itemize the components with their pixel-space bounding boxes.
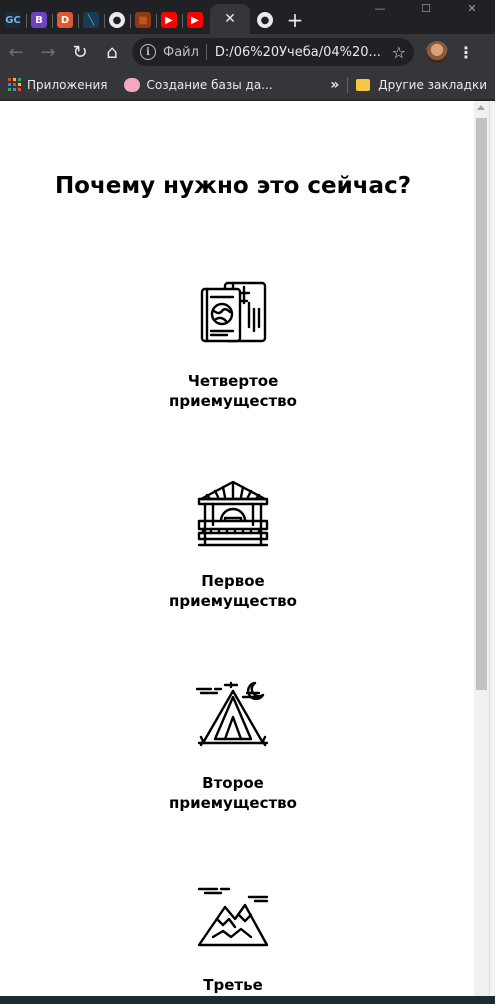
globe-icon: ● bbox=[257, 12, 273, 28]
close-tab-icon[interactable]: ✕ bbox=[224, 11, 236, 27]
feature-item: Первое приемущество bbox=[0, 479, 466, 611]
bookmark-apps-label: Приложения bbox=[27, 77, 108, 92]
tab-gc[interactable]: GC bbox=[0, 6, 26, 34]
tab-brown[interactable]: ■ bbox=[130, 6, 156, 34]
feature-item: Четвертое приемущество bbox=[0, 279, 466, 411]
minimize-button[interactable]: — bbox=[357, 0, 403, 16]
globe-favicon-icon: ● bbox=[109, 12, 125, 28]
maximize-button[interactable]: ☐ bbox=[403, 0, 449, 16]
new-tab-button[interactable]: + bbox=[280, 6, 310, 34]
gazebo-icon bbox=[197, 480, 269, 547]
brain-icon bbox=[123, 77, 140, 92]
vertical-scrollbar[interactable] bbox=[474, 101, 489, 996]
feature-label: Первое приемущество bbox=[169, 572, 297, 610]
gc-favicon-icon: GC bbox=[5, 12, 21, 28]
feature-label: Второе приемущество bbox=[169, 774, 297, 812]
duckduckgo-favicon-icon: D bbox=[57, 12, 73, 28]
home-button[interactable]: ⌂ bbox=[96, 36, 128, 68]
taskbar-edge bbox=[0, 996, 495, 1004]
other-bookmarks[interactable]: Другие закладки bbox=[348, 78, 495, 92]
vscode-favicon-icon: ╲ bbox=[83, 12, 99, 28]
apps-grid-icon bbox=[8, 78, 21, 91]
tent-icon bbox=[195, 681, 269, 747]
bookmarks-bar: Приложения Создание базы да... » Другие … bbox=[0, 70, 495, 100]
bookmark-star-icon[interactable]: ☆ bbox=[386, 43, 406, 62]
forward-button[interactable]: → bbox=[32, 36, 64, 68]
window-controls: — ☐ ✕ bbox=[357, 0, 495, 16]
back-button[interactable]: ← bbox=[0, 36, 32, 68]
tab-youtube-2[interactable]: ▶ bbox=[182, 6, 208, 34]
close-window-button[interactable]: ✕ bbox=[449, 0, 495, 16]
scheme-label: Файл bbox=[163, 44, 199, 60]
browser-toolbar: ← → ↻ ⌂ i Файл D:/06%20Учеба/04%20... ☆ … bbox=[0, 34, 495, 70]
info-icon[interactable]: i bbox=[140, 44, 156, 60]
other-bookmarks-label: Другие закладки bbox=[378, 77, 487, 92]
tab-strip: GC B D ╲ ● ■ ▶ ▶ ✕ ● + — ☐ ✕ bbox=[0, 0, 495, 34]
passport-ticket-icon bbox=[200, 281, 267, 343]
browser-window: GC B D ╲ ● ■ ▶ ▶ ✕ ● + — ☐ ✕ ← → ↻ ⌂ i Файл D:/… bbox=[0, 0, 495, 1004]
tab-globe[interactable]: ● bbox=[104, 6, 130, 34]
feature-item: Третье bbox=[0, 881, 466, 995]
brown-favicon-icon: ■ bbox=[135, 12, 151, 28]
feature-item: Второе приемущество bbox=[0, 679, 466, 813]
page-heading: Почему нужно это сейчас? bbox=[54, 173, 412, 199]
url-text[interactable]: D:/06%20Учеба/04%20... bbox=[215, 45, 381, 60]
tab-youtube-1[interactable]: ▶ bbox=[156, 6, 182, 34]
reload-button[interactable]: ↻ bbox=[64, 36, 96, 68]
bookmark-item-label: Создание базы да... bbox=[146, 77, 273, 92]
page-content: Почему нужно это сейчас? Четвертое прием… bbox=[0, 101, 474, 996]
mountain-icon bbox=[197, 887, 269, 947]
background-window-edge bbox=[489, 101, 495, 996]
menu-icon[interactable]: ⋮ bbox=[458, 43, 474, 62]
scroll-thumb[interactable] bbox=[476, 118, 487, 690]
active-tab[interactable]: ✕ bbox=[210, 4, 250, 34]
tab-globe[interactable]: ● bbox=[250, 6, 280, 34]
omnibox-divider bbox=[205, 44, 207, 60]
feature-label: Третье bbox=[203, 976, 263, 994]
scroll-up-arrow-icon[interactable] bbox=[477, 105, 485, 110]
tab-duckduckgo[interactable]: D bbox=[52, 6, 78, 34]
bootstrap-favicon-icon: B bbox=[31, 12, 47, 28]
feature-label: Четвертое приемущество bbox=[169, 372, 297, 410]
youtube-1-favicon-icon: ▶ bbox=[161, 12, 177, 28]
bookmark-item[interactable]: Создание базы да... bbox=[116, 77, 281, 92]
bookmarks-overflow-button[interactable]: » bbox=[322, 77, 347, 93]
tab-bootstrap[interactable]: B bbox=[26, 6, 52, 34]
profile-avatar[interactable] bbox=[426, 41, 448, 63]
bookmark-apps[interactable]: Приложения bbox=[0, 78, 116, 92]
folder-icon bbox=[356, 78, 371, 91]
tab-vscode[interactable]: ╲ bbox=[78, 6, 104, 34]
address-bar[interactable]: i Файл D:/06%20Учеба/04%20... ☆ bbox=[132, 38, 414, 66]
youtube-2-favicon-icon: ▶ bbox=[187, 12, 203, 28]
